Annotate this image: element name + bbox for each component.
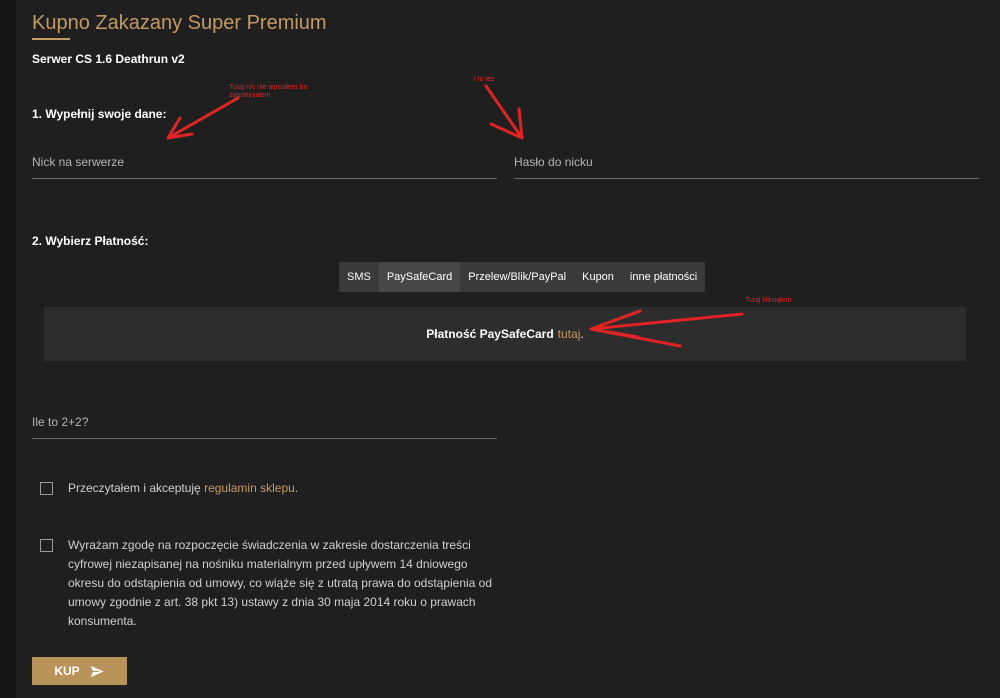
- arrow-to-password: [484, 84, 524, 140]
- arrow-to-tutaj-link: [589, 309, 744, 348]
- arrow-to-nick: [166, 96, 240, 140]
- annotation-arrows: [166, 84, 744, 348]
